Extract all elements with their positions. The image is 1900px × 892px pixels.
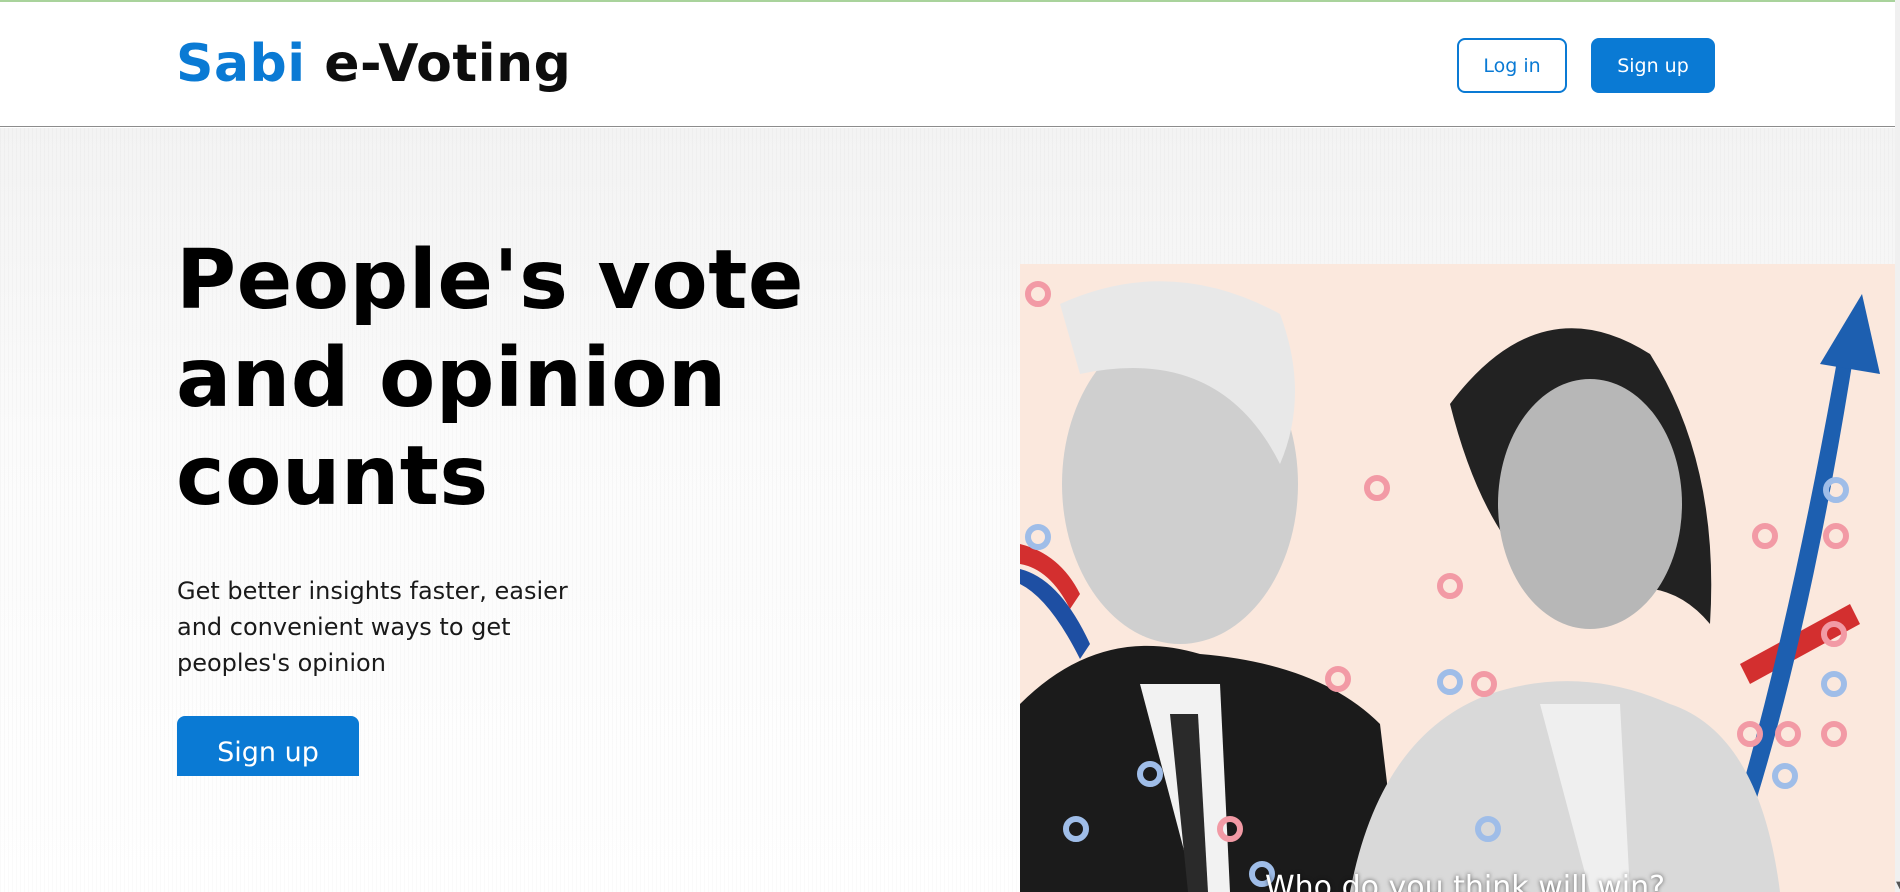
hero-image-illustration [1020, 281, 1880, 892]
hero-image: Who do you think will win? [1020, 264, 1895, 892]
signup-button-nav[interactable]: Sign up [1591, 38, 1715, 93]
scrollbar-track[interactable] [1895, 0, 1900, 892]
brand-rest-text: e-Voting [324, 34, 572, 94]
navbar: Sabi e-Voting Log in Sign up [0, 2, 1895, 127]
scroll-down-arrow-icon[interactable]: ▼ [1896, 880, 1900, 891]
hero-headline: People's vote and opinion counts [176, 233, 805, 524]
hero-subtext: Get better insights faster, easier and c… [177, 577, 568, 677]
brand-accent-text: Sabi [176, 34, 306, 94]
image-caption: Who do you think will win? [1265, 870, 1666, 892]
brand-logo[interactable]: Sabi e-Voting [176, 32, 571, 96]
signup-button-hero[interactable]: Sign up [177, 716, 359, 776]
login-button[interactable]: Log in [1457, 38, 1567, 93]
